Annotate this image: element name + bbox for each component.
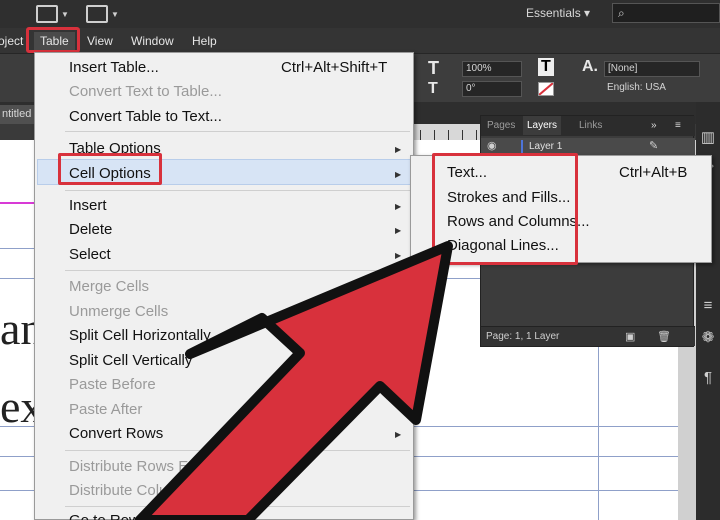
pointer-arrow-icon <box>135 241 453 520</box>
